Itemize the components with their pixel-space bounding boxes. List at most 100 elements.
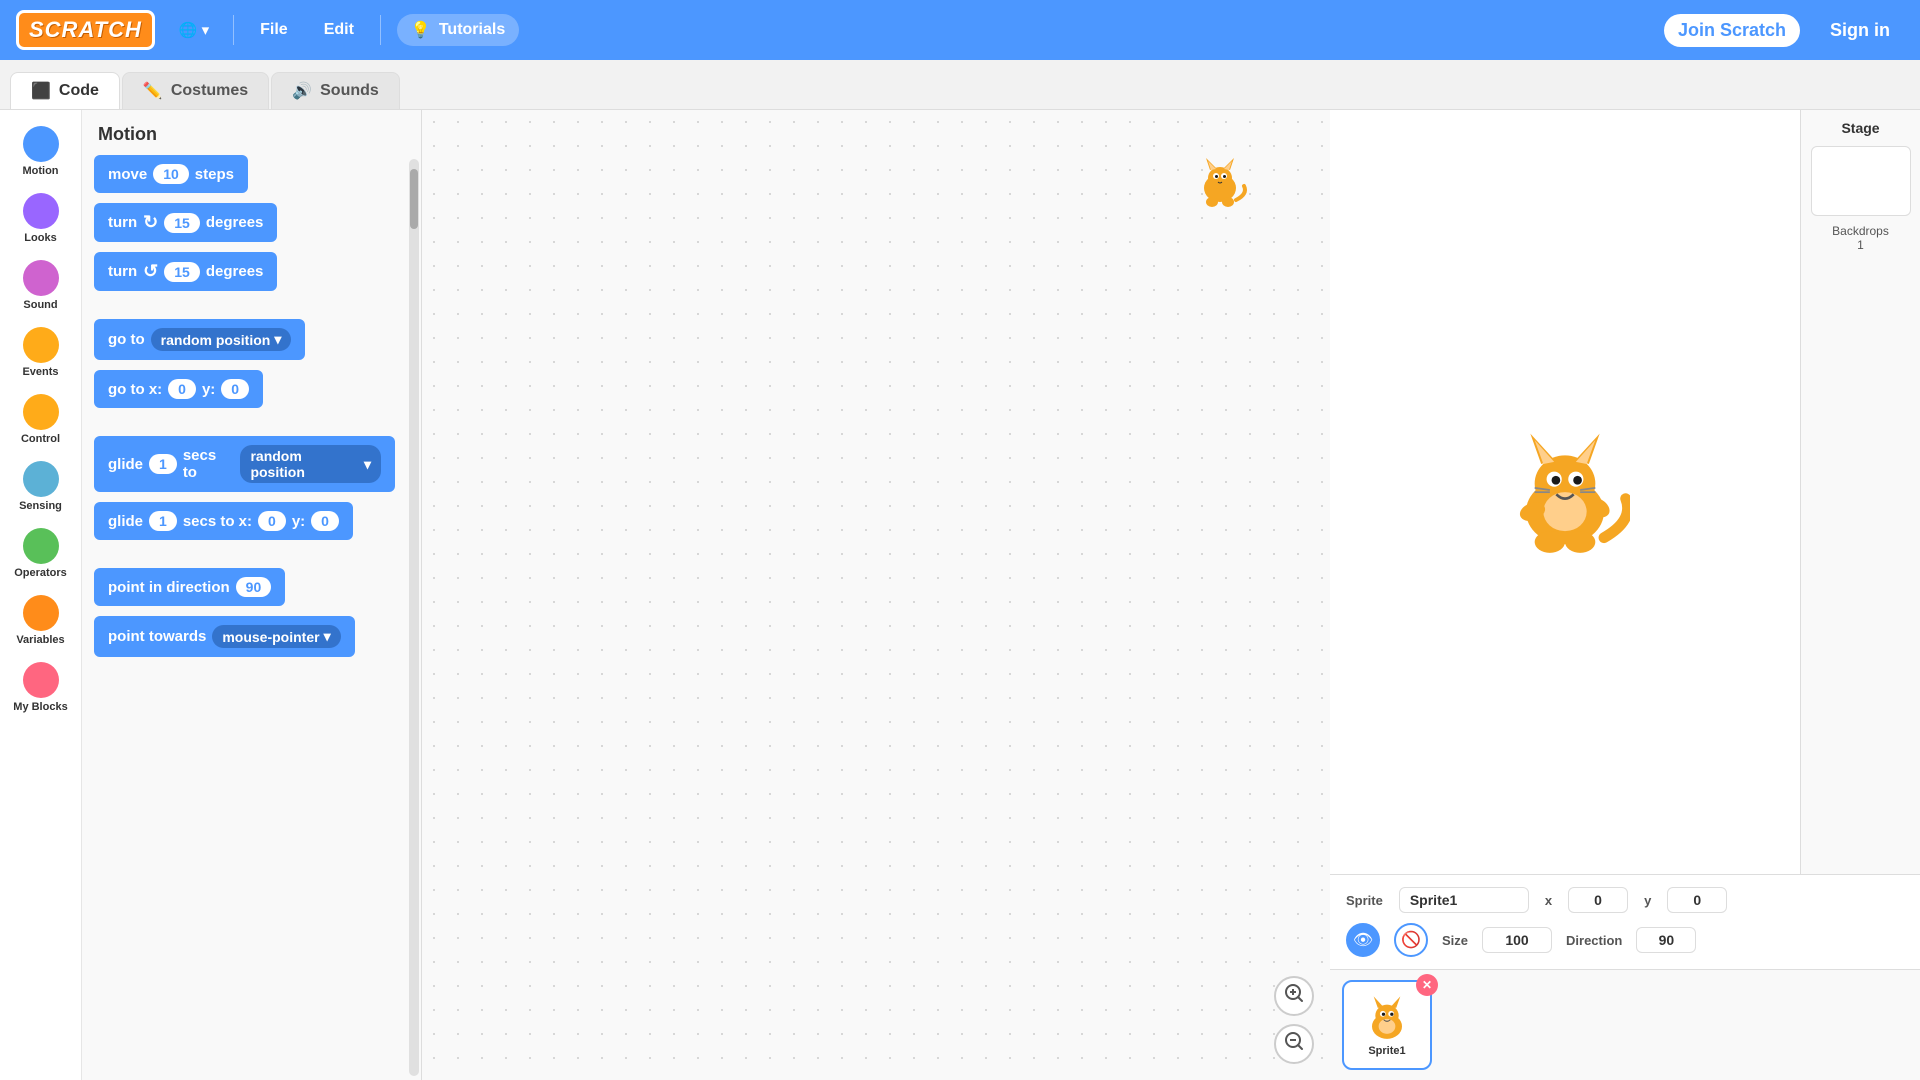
- sprite-name-label: Sprite: [1346, 893, 1383, 908]
- control-dot: [23, 394, 59, 430]
- gotoxy-y-input[interactable]: 0: [221, 379, 249, 399]
- costumes-tab-icon: ✏️: [143, 81, 163, 101]
- header: SCRATCH 🌐 ▾ File Edit 💡 Tutorials Join S…: [0, 0, 1920, 60]
- categories-panel: Motion Looks Sound Events Control Sensin…: [0, 110, 82, 1080]
- block-goto[interactable]: go to random position ▾: [94, 319, 305, 360]
- code-tab-icon: ⬛: [31, 81, 51, 101]
- header-right: Join Scratch Sign in: [1664, 14, 1904, 47]
- right-panel: Stage Backdrops 1 Sprite x y: [1330, 110, 1920, 1080]
- category-operators[interactable]: Operators: [4, 522, 78, 585]
- block-turn-cw[interactable]: turn ↻ 15 degrees: [94, 203, 277, 242]
- glide1-dropdown[interactable]: random position ▾: [240, 445, 381, 483]
- canvas-sprite-preview: [1190, 150, 1250, 215]
- category-sensing[interactable]: Sensing: [4, 455, 78, 518]
- sensing-dot: [23, 461, 59, 497]
- zoom-in-icon: [1284, 983, 1304, 1009]
- canvas-background: [422, 110, 1330, 1080]
- tab-sounds[interactable]: 🔊 Sounds: [271, 72, 400, 109]
- category-variables[interactable]: Variables: [4, 589, 78, 652]
- glide2-secs-input[interactable]: 1: [149, 511, 177, 531]
- sprite1-name-label: Sprite1: [1368, 1045, 1405, 1057]
- category-myblocks[interactable]: My Blocks: [4, 656, 78, 719]
- size-label: Size: [1442, 933, 1468, 948]
- zoom-in-button[interactable]: [1274, 976, 1314, 1016]
- stage-sprite: [1500, 425, 1630, 560]
- block-point-dir[interactable]: point in direction 90: [94, 568, 285, 606]
- glide2-y-input[interactable]: 0: [311, 511, 339, 531]
- scratch-logo[interactable]: SCRATCH: [16, 10, 155, 50]
- category-motion[interactable]: Motion: [4, 120, 78, 183]
- show-sprite-button[interactable]: 👁: [1346, 923, 1380, 957]
- sprite-thumb-cat-svg: [1362, 993, 1412, 1043]
- glide1-secs-input[interactable]: 1: [149, 454, 177, 474]
- block-glide2[interactable]: glide 1 secs to x: 0 y: 0: [94, 502, 353, 540]
- glide2-x-input[interactable]: 0: [258, 511, 286, 531]
- events-dot: [23, 327, 59, 363]
- globe-icon: 🌐: [179, 21, 198, 39]
- header-divider2: [380, 15, 381, 45]
- block-gotoxy[interactable]: go to x: 0 y: 0: [94, 370, 263, 408]
- tutorials-button[interactable]: 💡 Tutorials: [397, 14, 519, 46]
- code-canvas[interactable]: [422, 110, 1330, 1080]
- sprite-row2: 👁 🚫 Size Direction: [1346, 923, 1904, 957]
- point-towards-dropdown[interactable]: mouse-pointer ▾: [212, 625, 340, 648]
- language-button[interactable]: 🌐 ▾: [171, 17, 217, 43]
- glide1-dropdown-arrow: ▾: [364, 456, 371, 473]
- blocks-panel-title: Motion: [82, 110, 421, 155]
- sprite-name-input[interactable]: [1399, 887, 1529, 913]
- category-looks[interactable]: Looks: [4, 187, 78, 250]
- join-scratch-button[interactable]: Join Scratch: [1664, 14, 1800, 47]
- turn-cw-icon: ↻: [143, 212, 158, 233]
- operators-dot: [23, 528, 59, 564]
- block-move[interactable]: move 10 steps: [94, 155, 248, 193]
- sprite-x-input[interactable]: [1568, 887, 1628, 913]
- sign-in-button[interactable]: Sign in: [1816, 14, 1904, 47]
- category-events[interactable]: Events: [4, 321, 78, 384]
- goto-dropdown[interactable]: random position ▾: [151, 328, 292, 351]
- block-glide1[interactable]: glide 1 secs to random position ▾: [94, 436, 395, 492]
- sprite-thumb-sprite1[interactable]: ✕ Sprite1: [1342, 980, 1432, 1070]
- chevron-down-icon: ▾: [202, 21, 210, 39]
- bulb-icon: 💡: [411, 20, 431, 40]
- motion-dot: [23, 126, 59, 162]
- scrollbar-thumb[interactable]: [410, 169, 418, 229]
- size-input[interactable]: [1482, 927, 1552, 953]
- sprite-y-label: y: [1644, 893, 1651, 908]
- stage-area: [1330, 110, 1800, 874]
- block-point-towards[interactable]: point towards mouse-pointer ▾: [94, 616, 355, 657]
- tab-code[interactable]: ⬛ Code: [10, 72, 120, 109]
- sprite-info-panel: Sprite x y 👁 🚫 Size Directio: [1330, 874, 1920, 969]
- canvas-zoom-controls: [1274, 976, 1314, 1064]
- turn-ccw-input[interactable]: 15: [164, 262, 200, 282]
- main-area: ⬛ Code ✏️ Costumes 🔊 Sounds: [0, 60, 1920, 1080]
- direction-input[interactable]: [1636, 927, 1696, 953]
- backdrops-label: Backdrops 1: [1832, 224, 1889, 252]
- blocks-panel: Motion move 10 steps turn ↻ 15 degrees: [82, 110, 422, 1080]
- file-menu-button[interactable]: File: [250, 15, 298, 45]
- block-turn-ccw[interactable]: turn ↺ 15 degrees: [94, 252, 277, 291]
- turn-cw-input[interactable]: 15: [164, 213, 200, 233]
- edit-menu-button[interactable]: Edit: [314, 15, 364, 45]
- category-control[interactable]: Control: [4, 388, 78, 451]
- looks-dot: [23, 193, 59, 229]
- direction-label: Direction: [1566, 933, 1622, 948]
- header-divider: [233, 15, 234, 45]
- point-dir-input[interactable]: 90: [236, 577, 272, 597]
- move-steps-input[interactable]: 10: [153, 164, 189, 184]
- zoom-out-button[interactable]: [1274, 1024, 1314, 1064]
- gotoxy-x-input[interactable]: 0: [168, 379, 196, 399]
- blocks-scrollbar[interactable]: [409, 159, 419, 1076]
- stage-label: Stage: [1841, 120, 1879, 136]
- sprite-close-button[interactable]: ✕: [1416, 974, 1438, 996]
- hide-sprite-button[interactable]: 🚫: [1394, 923, 1428, 957]
- tab-costumes[interactable]: ✏️ Costumes: [122, 72, 269, 109]
- towards-dropdown-arrow: ▾: [324, 628, 331, 645]
- sprites-list-area: ✕ Sprite1: [1330, 969, 1920, 1080]
- sound-dot: [23, 260, 59, 296]
- sprite-x-label: x: [1545, 893, 1552, 908]
- category-sound[interactable]: Sound: [4, 254, 78, 317]
- sprite-row1: Sprite x y: [1346, 887, 1904, 913]
- goto-dropdown-arrow: ▾: [274, 331, 281, 348]
- sprite-y-input[interactable]: [1667, 887, 1727, 913]
- stage-thumbnail[interactable]: [1811, 146, 1911, 216]
